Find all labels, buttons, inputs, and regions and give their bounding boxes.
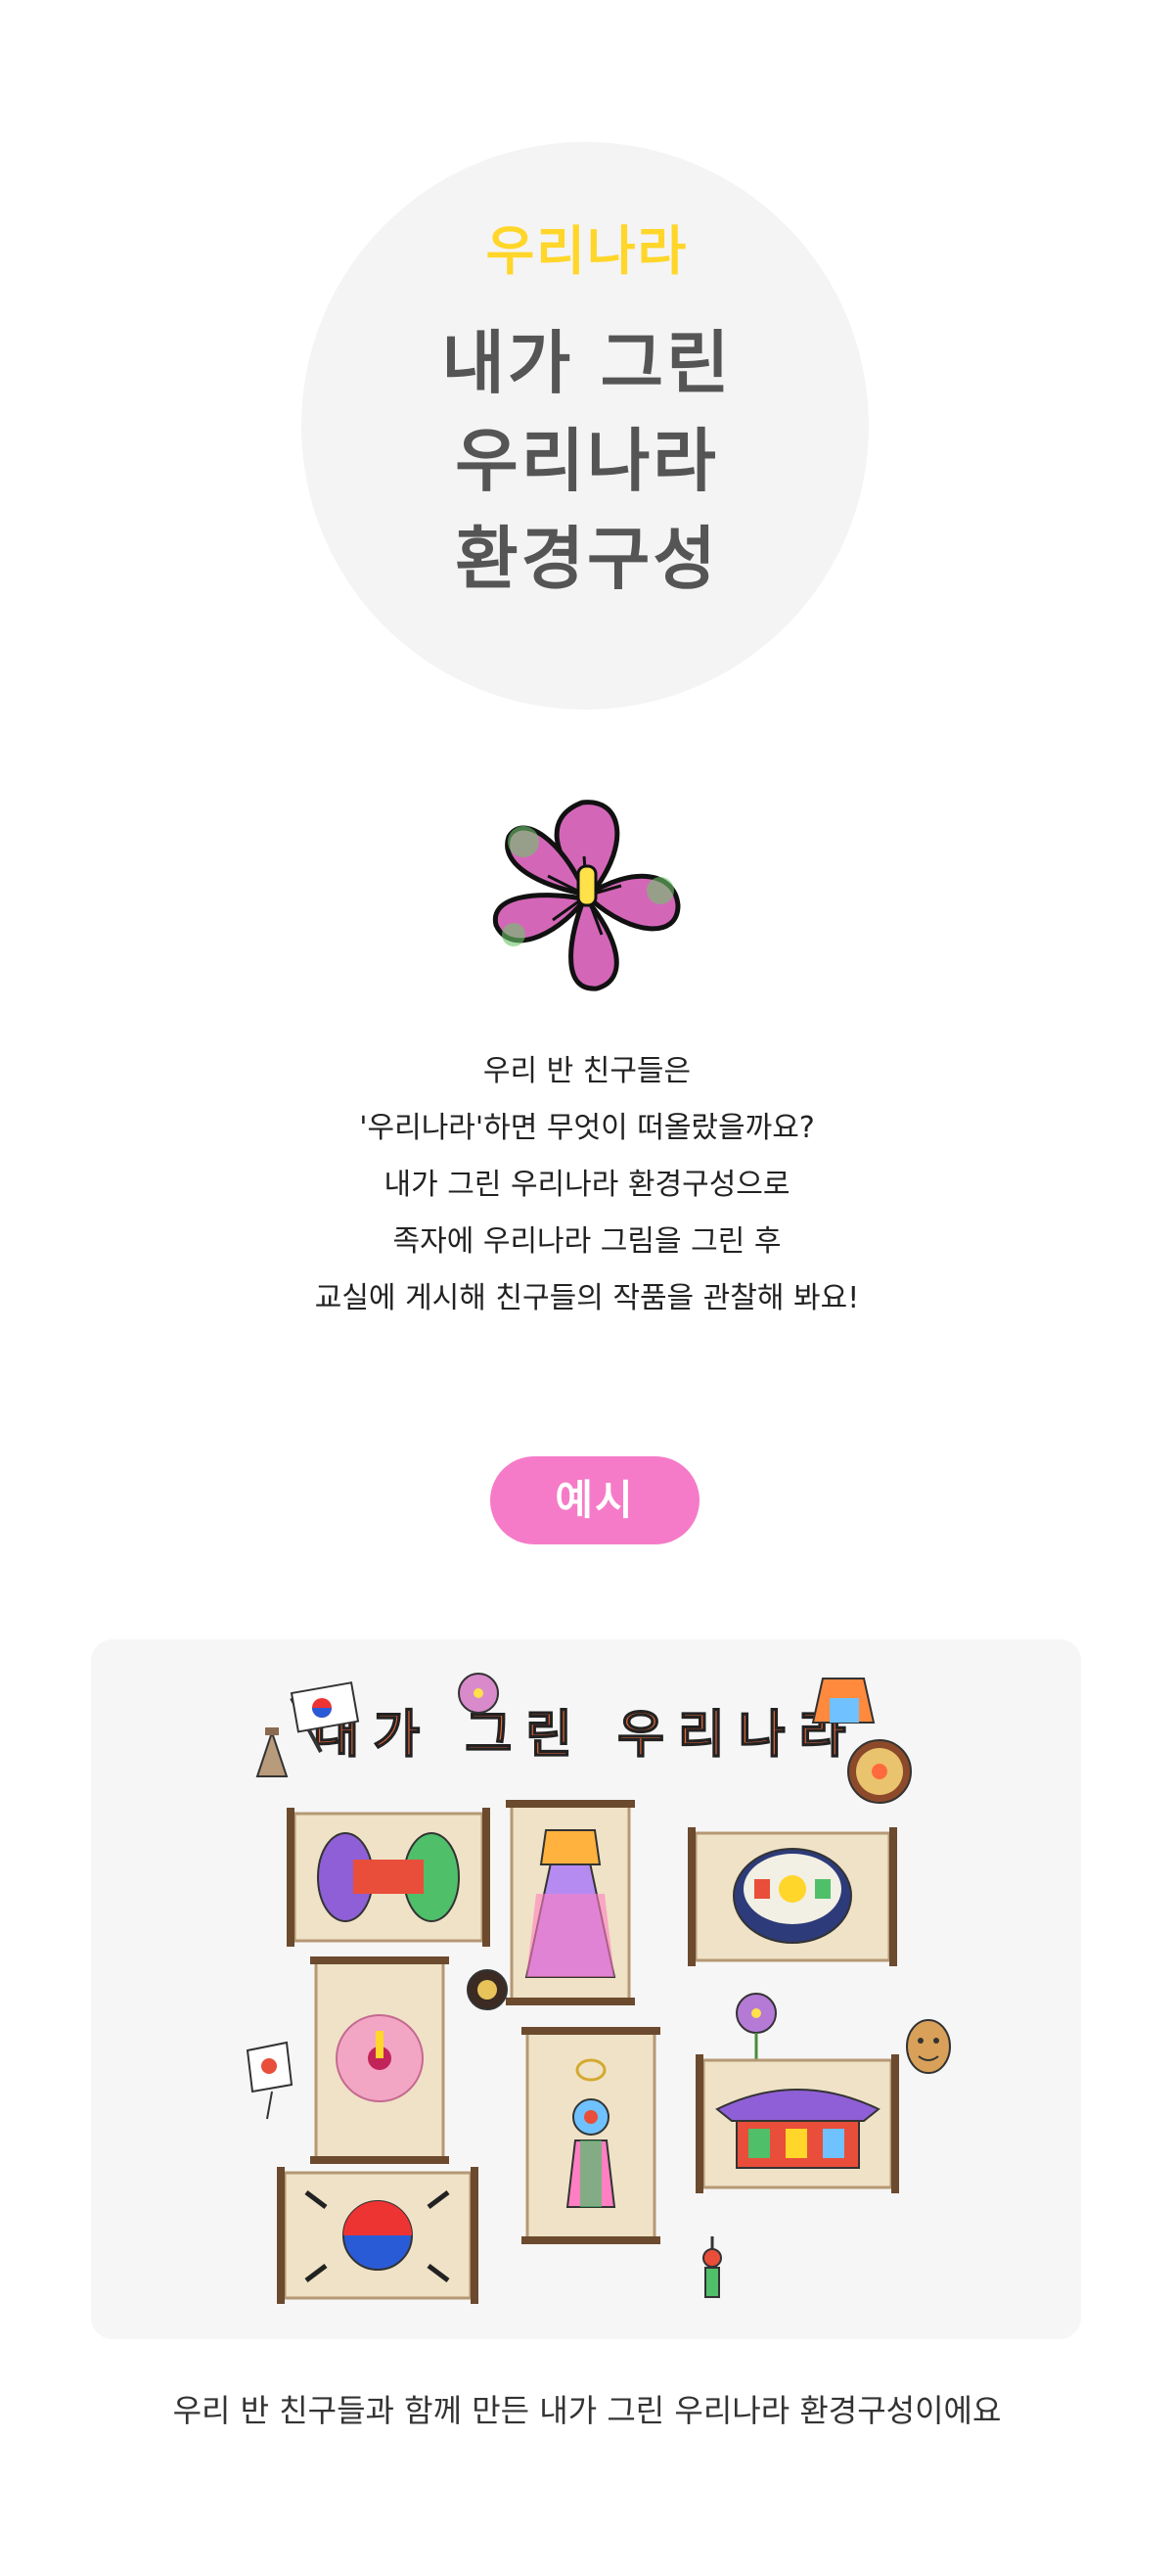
banner-title: 내가 그린 우리나라 [313,1706,860,1765]
mugunghwa-flower-icon [492,800,681,991]
hero-title-line-2: 우리나라 [455,421,719,501]
scroll-norigae [521,2027,660,2244]
hero-title-line-3: 환경구성 [455,519,719,599]
mugunghwa-small-icon-2 [736,1993,777,2060]
emblem-icon [467,1969,508,2010]
example-caption: 우리 반 친구들과 함께 만든 내가 그린 우리나라 환경구성이에요 [172,2392,1002,2429]
scroll-mugunghwa [310,1956,449,2164]
intro-line-1: 우리 반 친구들은 [482,1054,692,1088]
intro-line-4: 족자에 우리나라 그림을 그린 후 [392,1224,782,1259]
scroll-hanok [696,2054,899,2193]
intro-line-2: '우리나라'하면 무엇이 떠올랐을까요? [359,1111,815,1145]
scroll-taegeukgi [277,2167,478,2304]
mugunghwa-small-icon [458,1673,499,1714]
example-panel: 내가 그린 우리나라 [91,1639,1081,2339]
scroll-hanbok [506,1800,635,2005]
kite-icon [246,2041,294,2120]
talmask-icon [906,2019,951,2074]
example-badge: 예시 [490,1456,700,1544]
hanbok-small-icon [811,1678,876,1724]
bibimbap-bowl-icon [847,1739,912,1804]
hero-title-line-1: 내가 그린 [441,323,733,403]
intro-line-3: 내가 그린 우리나라 환경구성으로 [384,1168,790,1202]
hero-subtitle: 우리나라 [485,220,689,282]
norigae-small-icon [702,2236,722,2298]
intro-line-5: 교실에 게시해 친구들의 작품을 관찰해 봐요! [314,1281,860,1315]
scroll-bibimbap [688,1827,897,1966]
classroom-display-illustration: 내가 그린 우리나라 [246,1673,951,2304]
scroll-janggu [287,1808,490,1947]
cheomseongdae-icon [255,1727,289,1777]
